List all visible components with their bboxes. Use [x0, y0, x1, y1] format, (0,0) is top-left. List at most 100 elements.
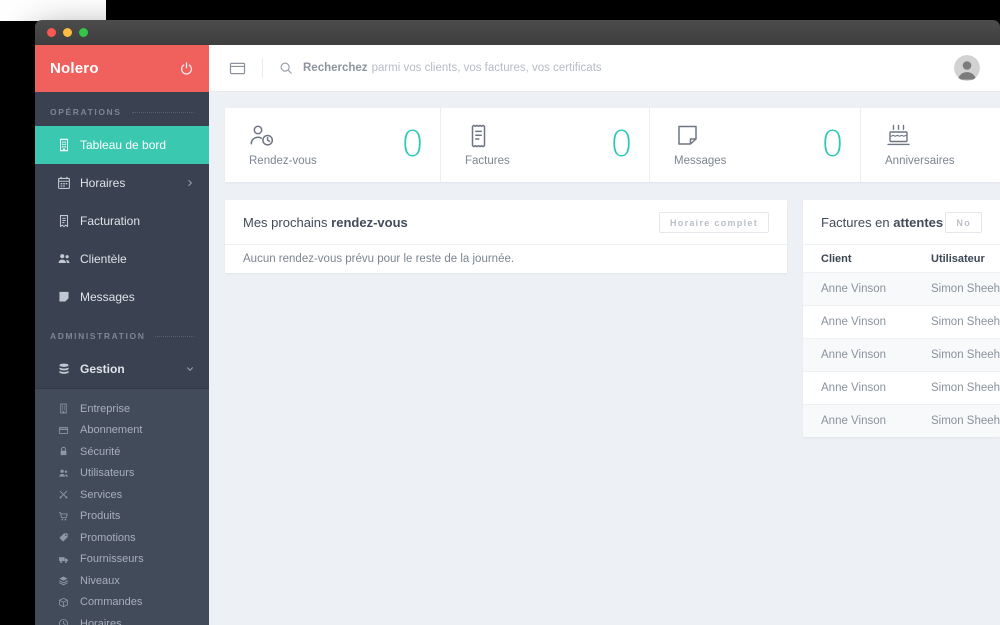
- people-icon: [57, 252, 71, 266]
- user-avatar[interactable]: [954, 55, 980, 81]
- pending-invoices-panel-header: Factures en attentes No: [803, 200, 1000, 245]
- sidebar-subitem-produits[interactable]: Produits: [35, 506, 209, 528]
- appointments-panel-header: Mes prochains rendez-vous Horaire comple…: [225, 200, 787, 245]
- window-titlebar: [35, 20, 1000, 45]
- search-placeholder-rest: parmi vos clients, vos factures, vos cer…: [371, 62, 602, 74]
- invoice-client: Anne Vinson: [821, 316, 887, 328]
- building-icon: [57, 138, 71, 152]
- lock-icon: [58, 446, 69, 457]
- sidebar-subitem-promotions[interactable]: Promotions: [35, 527, 209, 549]
- note-icon: [57, 290, 71, 304]
- invoice-row[interactable]: Anne Vinson Simon Sheehy: [803, 338, 1000, 371]
- sidebar-item-clientele[interactable]: Clientèle: [35, 240, 209, 278]
- stat-label: Rendez-vous: [249, 155, 317, 167]
- invoice-row[interactable]: Anne Vinson Simon Sheehy: [803, 404, 1000, 437]
- column-client: Client: [821, 252, 852, 265]
- power-icon[interactable]: [179, 61, 194, 76]
- appointments-panel-title: Mes prochains rendez-vous: [243, 214, 408, 230]
- search-input[interactable]: Recherchez parmi vos clients, vos factur…: [279, 61, 938, 75]
- card-icon: [58, 425, 69, 436]
- invoice-client: Anne Vinson: [821, 382, 887, 394]
- invoice-user: Simon Sheehy: [931, 349, 1000, 361]
- database-icon: [57, 362, 71, 376]
- appointments-panel: Mes prochains rendez-vous Horaire comple…: [225, 200, 787, 273]
- sidebar-subitem-utilisateurs[interactable]: Utilisateurs: [35, 463, 209, 485]
- receipt-icon: [57, 214, 71, 228]
- invoice-client: Anne Vinson: [821, 283, 887, 295]
- sidebar-subnav: Entreprise Abonnement Sécurité Utilisateurs…: [35, 388, 209, 625]
- stat-card-factures[interactable]: Factures 0: [441, 108, 650, 182]
- panels-row: Mes prochains rendez-vous Horaire comple…: [225, 200, 1000, 437]
- message-icon: [674, 123, 701, 149]
- tools-icon: [58, 489, 69, 500]
- invoice-client: Anne Vinson: [821, 349, 887, 361]
- sidebar-item-gestion[interactable]: Gestion: [35, 350, 209, 388]
- sidebar-subitem-commandes[interactable]: Commandes: [35, 592, 209, 614]
- topbar-divider: [262, 58, 263, 78]
- sidebar-item-messages[interactable]: Messages: [35, 278, 209, 316]
- people-icon: [58, 468, 69, 479]
- sidebar-subitem-niveaux[interactable]: Niveaux: [35, 570, 209, 592]
- main-area: Recherchez parmi vos clients, vos factur…: [209, 45, 1000, 625]
- sidebar-subitem-services[interactable]: Services: [35, 484, 209, 506]
- invoice-row[interactable]: Anne Vinson Simon Sheehy: [803, 272, 1000, 305]
- app-body: Nolero OPÉRATIONS Tableau de bord Horair…: [35, 45, 1000, 625]
- sidebar-subitem-entreprise[interactable]: Entreprise: [35, 398, 209, 420]
- person-clock-icon: [249, 123, 276, 149]
- zoom-button[interactable]: [79, 28, 88, 37]
- sidebar-subitem-abonnement[interactable]: Abonnement: [35, 420, 209, 442]
- chevron-down-icon: [185, 364, 195, 374]
- pending-invoices-panel-title: Factures en attentes: [821, 214, 944, 230]
- sidebar: Nolero OPÉRATIONS Tableau de bord Horair…: [35, 45, 209, 625]
- stat-card-rendez-vous[interactable]: Rendez-vous 0: [225, 108, 441, 182]
- stat-label: Messages: [674, 155, 727, 167]
- search-placeholder-bold: Recherchez: [303, 62, 368, 74]
- sidebar-item-tableau-de-bord[interactable]: Tableau de bord: [35, 126, 209, 164]
- stat-value: 0: [610, 124, 633, 165]
- pending-invoices-panel: Factures en attentes No Client Utilisate…: [803, 200, 1000, 437]
- brand-header: Nolero: [35, 45, 209, 92]
- column-user: Utilisateur: [931, 252, 985, 265]
- search-icon: [279, 61, 293, 75]
- invoices-table-header: Client Utilisateur: [803, 245, 1000, 272]
- appointments-empty-message: Aucun rendez-vous prévu pour le reste de…: [243, 253, 515, 265]
- full-schedule-button[interactable]: Horaire complet: [658, 211, 769, 233]
- stat-card-messages[interactable]: Messages 0: [650, 108, 861, 182]
- minimize-button[interactable]: [63, 28, 72, 37]
- sidebar-nav: OPÉRATIONS Tableau de bord Horaires Fact…: [35, 92, 209, 625]
- invoice-user: Simon Sheehy: [931, 283, 1000, 295]
- sidebar-item-facturation[interactable]: Facturation: [35, 202, 209, 240]
- stats-row: Rendez-vous 0 Factures 0 Messages 0 Anni…: [225, 108, 1000, 182]
- sidebar-subitem-horaires[interactable]: Horaires: [35, 613, 209, 625]
- invoice-user: Simon Sheehy: [931, 382, 1000, 394]
- close-button[interactable]: [47, 28, 56, 37]
- dashboard-content: Rendez-vous 0 Factures 0 Messages 0 Anni…: [209, 92, 1000, 625]
- stat-value: 0: [401, 124, 424, 165]
- chevron-right-icon: [185, 178, 195, 188]
- tag-icon: [58, 532, 69, 543]
- app-window: Nolero OPÉRATIONS Tableau de bord Horair…: [35, 20, 1000, 625]
- building-icon: [58, 403, 69, 414]
- invoice-user: Simon Sheehy: [931, 316, 1000, 328]
- sidebar-section-administration: ADMINISTRATION: [50, 329, 194, 343]
- stat-card-anniversaires[interactable]: Anniversaires: [861, 108, 1000, 182]
- invoice-row[interactable]: Anne Vinson Simon Sheehy: [803, 305, 1000, 338]
- sidebar-section-operations: OPÉRATIONS: [50, 105, 194, 119]
- invoice-row[interactable]: Anne Vinson Simon Sheehy: [803, 371, 1000, 404]
- layers-icon: [58, 575, 69, 586]
- box-icon: [58, 597, 69, 608]
- clock-icon: [58, 618, 69, 625]
- brand-name: Nolero: [50, 60, 99, 77]
- invoice-client: Anne Vinson: [821, 415, 887, 427]
- sidebar-toggle-icon[interactable]: [229, 61, 246, 76]
- stat-value: 0: [821, 124, 844, 165]
- cart-icon: [58, 511, 69, 522]
- calendar-icon: [57, 176, 71, 190]
- sidebar-item-horaires[interactable]: Horaires: [35, 164, 209, 202]
- background-highlight: [0, 0, 106, 21]
- cake-icon: [885, 123, 912, 149]
- sidebar-subitem-securite[interactable]: Sécurité: [35, 441, 209, 463]
- sidebar-subitem-fournisseurs[interactable]: Fournisseurs: [35, 549, 209, 571]
- invoice-icon: [465, 123, 492, 149]
- invoices-action-button[interactable]: No: [945, 211, 982, 233]
